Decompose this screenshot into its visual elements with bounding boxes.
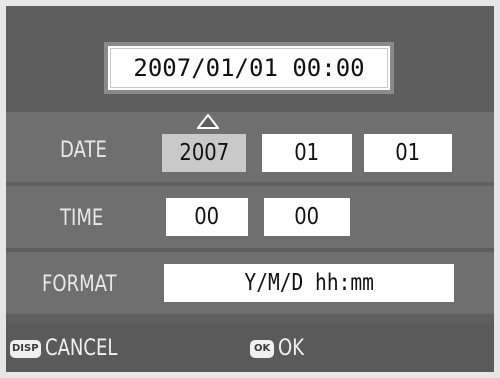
minute-field[interactable]: 00 [264,198,350,236]
minute-value: 00 [294,204,320,230]
time-row: TIME 00 00 [6,186,494,248]
ok-button[interactable]: OK OK [250,336,310,361]
format-field[interactable]: Y/M/D hh:mm [164,264,454,302]
time-label: TIME [60,206,104,231]
datetime-preview: 2007/01/01 00:00 [104,42,394,94]
disp-key-icon: DISP [10,339,41,358]
format-row: FORMAT Y/M/D hh:mm [6,252,494,314]
hour-field[interactable]: 00 [166,198,248,236]
format-value: Y/M/D hh:mm [244,270,374,296]
format-label: FORMAT [42,272,117,297]
hour-value: 00 [194,204,220,230]
ok-key-icon: OK [250,339,275,358]
date-settings-screen: 2007/01/01 00:00 DATE 2007 01 01 TIME 00… [6,6,494,372]
date-row: DATE 2007 01 01 [6,112,494,182]
year-field[interactable]: 2007 [162,134,246,172]
up-arrow-outline-icon [197,114,219,129]
month-field[interactable]: 01 [262,134,352,172]
day-value: 01 [395,140,421,166]
month-value: 01 [294,140,320,166]
cancel-button[interactable]: DISP CANCEL [10,336,133,361]
year-value: 2007 [179,140,229,166]
ok-label: OK [278,336,305,361]
day-field[interactable]: 01 [364,134,452,172]
button-bar: DISP CANCEL OK OK [6,324,494,372]
datetime-preview-text: 2007/01/01 00:00 [133,54,365,82]
cancel-label: CANCEL [44,336,118,361]
date-label: DATE [60,138,107,163]
